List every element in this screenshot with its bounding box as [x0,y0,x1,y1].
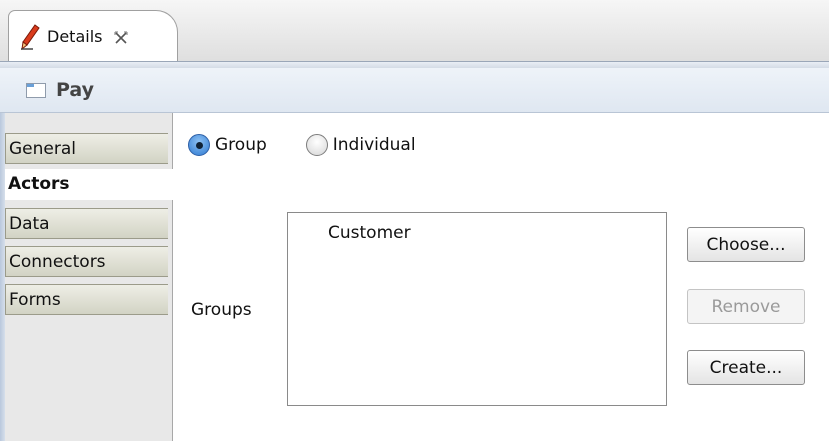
section-title: Pay [56,79,95,101]
sidebar-item-data[interactable]: Data [5,208,168,239]
radio-group[interactable]: Group [188,134,267,156]
radio-individual[interactable]: Individual [305,134,416,156]
section-title-bar: Pay [0,68,829,113]
radio-selected-icon[interactable] [188,134,210,156]
tab-details[interactable]: Details [8,10,178,62]
pencil-icon [19,23,41,51]
list-item[interactable]: Customer [328,223,411,243]
tab-details-label: Details [47,27,103,46]
properties-content: General Actors Data Connectors Forms Gro… [0,113,829,441]
groups-label: Groups [191,300,252,320]
groups-list[interactable]: Customer [287,212,667,406]
sidebar-item-forms[interactable]: Forms [5,284,168,315]
sidebar-item-actors[interactable]: Actors [5,169,174,200]
choose-button[interactable]: Choose... [687,227,805,262]
radio-individual-label: Individual [332,135,416,155]
close-icon[interactable] [114,30,128,44]
create-button[interactable]: Create... [687,350,805,385]
editor-tab-strip: Details [0,0,829,68]
radio-unselected-icon[interactable] [305,134,328,156]
sidebar-item-connectors[interactable]: Connectors [5,246,168,277]
sidebar-item-general[interactable]: General [5,133,168,164]
tab-underline [0,61,829,68]
remove-button[interactable]: Remove [687,289,805,324]
actor-type-radio-group: Group Individual [188,129,416,161]
sidebar: General Actors Data Connectors Forms [0,113,174,441]
radio-group-label: Group [215,135,267,155]
window-icon [26,82,46,98]
